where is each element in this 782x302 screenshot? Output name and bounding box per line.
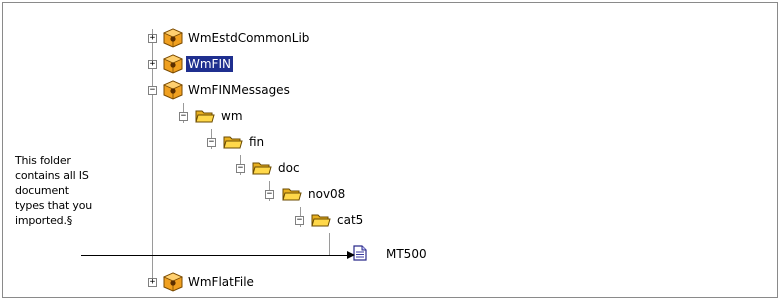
- tree-node-label: cat5: [337, 213, 364, 227]
- tree-node-wmfin[interactable]: + WmFIN: [3, 53, 403, 75]
- tree-node-label: WmFIN: [186, 56, 233, 72]
- collapse-toggle[interactable]: −: [265, 190, 274, 199]
- tree-panel: + WmEstdCommonLib + WmFIN − WmFINMessage…: [2, 2, 778, 298]
- collapse-toggle[interactable]: −: [295, 216, 304, 225]
- folder-icon: [311, 214, 331, 227]
- collapse-toggle[interactable]: −: [148, 86, 157, 95]
- tree-node-label: WmEstdCommonLib: [188, 31, 310, 45]
- folder-icon: [282, 188, 302, 201]
- tree-node-wm[interactable]: − wm: [3, 105, 403, 127]
- annotation-line: imported.§: [15, 214, 73, 227]
- tree-node-label: doc: [278, 161, 300, 175]
- package-icon: [163, 28, 183, 48]
- annotation-line: types that you: [15, 199, 93, 212]
- tree-node-wmestdcommonlib[interactable]: + WmEstdCommonLib: [3, 27, 403, 49]
- tree-node-wmflatfile[interactable]: + WmFlatFile: [3, 271, 403, 293]
- annotation-line: This folder: [15, 154, 71, 167]
- annotation-line: contains all IS: [15, 169, 89, 182]
- tree-node-mt500[interactable]: MT500: [3, 243, 463, 265]
- expand-toggle[interactable]: +: [148, 278, 157, 287]
- annotation-line: document: [15, 184, 69, 197]
- tree-node-fin[interactable]: − fin: [3, 131, 403, 153]
- tree-node-label: WmFINMessages: [188, 83, 290, 97]
- tree-node-label: MT500: [386, 247, 427, 261]
- tree-node-label: fin: [249, 135, 265, 149]
- callout-pointer-line: [81, 255, 349, 256]
- tree-node-label: wm: [221, 109, 243, 123]
- tree-node-label: WmFlatFile: [188, 275, 254, 289]
- document-icon: [353, 245, 367, 261]
- folder-icon: [195, 110, 215, 123]
- folder-icon: [252, 162, 272, 175]
- arrow-head-icon: [347, 251, 355, 259]
- expand-toggle[interactable]: +: [148, 60, 157, 69]
- collapse-toggle[interactable]: −: [207, 138, 216, 147]
- tree-node-label: nov08: [308, 187, 346, 201]
- tree-node-wmfinmessages[interactable]: − WmFINMessages: [3, 79, 403, 101]
- collapse-toggle[interactable]: −: [179, 112, 188, 121]
- folder-icon: [223, 136, 243, 149]
- expand-toggle[interactable]: +: [148, 34, 157, 43]
- collapse-toggle[interactable]: −: [236, 164, 245, 173]
- package-icon: [163, 272, 183, 292]
- package-icon: [163, 80, 183, 100]
- annotation-callout: This folder contains all IS document typ…: [15, 153, 133, 228]
- package-icon: [163, 54, 183, 74]
